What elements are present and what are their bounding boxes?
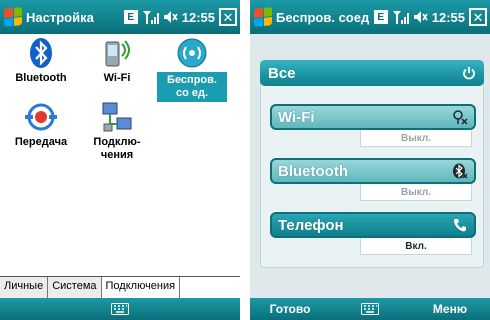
settings-item-label: Bluetooth xyxy=(15,72,67,84)
tab-system[interactable]: Система xyxy=(48,277,102,299)
tab-connections[interactable]: Подключения xyxy=(101,277,181,299)
bluetooth-off-icon xyxy=(453,163,468,179)
menu-softkey[interactable]: Меню xyxy=(410,302,490,316)
settings-item-wifi[interactable]: Wi-Fi xyxy=(82,36,152,85)
softkey-bar xyxy=(0,298,240,320)
title-bar: Настройка E 12:55 ✕ xyxy=(0,0,240,34)
settings-item-connections[interactable]: Подклю-чения xyxy=(82,100,152,162)
radio-row-phone: Телефон Вкл. xyxy=(270,212,476,255)
radio-status: Вкл. xyxy=(360,238,472,255)
connections-icon xyxy=(100,100,134,134)
phone-icon xyxy=(454,219,466,232)
network-type-badge: E xyxy=(373,10,388,24)
radio-status: Выкл. xyxy=(360,130,472,147)
softkey-bar: Готово Меню xyxy=(250,298,490,320)
wireless-manager-screen: Беспров. соед E 12:55 ✕ Все Wi-Fi Выкл. … xyxy=(250,0,490,320)
keyboard-icon[interactable] xyxy=(111,303,129,315)
keyboard-icon[interactable] xyxy=(361,303,379,315)
power-icon xyxy=(463,67,475,80)
settings-item-label: Подклю-чения xyxy=(93,136,141,161)
settings-item-label: Wi-Fi xyxy=(103,72,131,84)
settings-item-label: Передача xyxy=(14,136,68,148)
window-title: Настройка xyxy=(26,9,94,25)
network-type-badge: E xyxy=(123,10,138,24)
radio-row-wifi: Wi-Fi Выкл. xyxy=(270,104,476,147)
clock[interactable]: 12:55 xyxy=(432,10,465,25)
settings-screen: Настройка E 12:55 ✕ Bluetooth Wi-Fi Бесп… xyxy=(0,0,240,320)
bluetooth-icon xyxy=(24,36,58,70)
settings-item-beam[interactable]: Передача xyxy=(6,100,76,149)
settings-icon-grid: Bluetooth Wi-Fi Беспров. со ед. Передача… xyxy=(0,34,240,274)
volume-icon[interactable] xyxy=(163,9,179,25)
start-button[interactable] xyxy=(250,0,276,34)
window-title: Беспров. соед xyxy=(276,9,370,25)
radio-row-bluetooth: Bluetooth Выкл. xyxy=(270,158,476,201)
wifi-icon xyxy=(100,36,134,70)
windows-flag-icon xyxy=(4,7,22,27)
all-radios-toggle[interactable]: Все xyxy=(260,60,484,86)
radio-name: Bluetooth xyxy=(278,162,348,180)
windows-flag-icon xyxy=(254,7,272,27)
title-bar: Беспров. соед E 12:55 ✕ xyxy=(250,0,490,34)
settings-item-label: Беспров. со ед. xyxy=(157,72,227,102)
volume-icon[interactable] xyxy=(413,9,429,25)
start-button[interactable] xyxy=(0,0,26,34)
clock[interactable]: 12:55 xyxy=(182,10,215,25)
settings-item-wireless-manager[interactable]: Беспров. со ед. xyxy=(157,36,227,102)
settings-item-bluetooth[interactable]: Bluetooth xyxy=(6,36,76,85)
wifi-toggle[interactable]: Wi-Fi xyxy=(270,104,476,130)
close-button[interactable]: ✕ xyxy=(219,8,237,26)
radio-name: Wi-Fi xyxy=(278,108,315,126)
wireless-manager-icon xyxy=(175,36,209,70)
all-label: Все xyxy=(268,64,296,82)
bluetooth-toggle[interactable]: Bluetooth xyxy=(270,158,476,184)
tab-personal[interactable]: Личные xyxy=(0,277,49,299)
beam-icon xyxy=(24,100,58,134)
done-softkey[interactable]: Готово xyxy=(250,302,330,316)
signal-strength-icon[interactable] xyxy=(392,9,410,25)
phone-toggle[interactable]: Телефон xyxy=(270,212,476,238)
tab-strip: Личные Система Подключения xyxy=(0,276,240,299)
radio-status: Выкл. xyxy=(360,184,472,201)
close-button[interactable]: ✕ xyxy=(469,8,487,26)
signal-strength-icon[interactable] xyxy=(142,9,160,25)
wifi-off-icon xyxy=(453,110,468,125)
radio-name: Телефон xyxy=(278,216,344,234)
